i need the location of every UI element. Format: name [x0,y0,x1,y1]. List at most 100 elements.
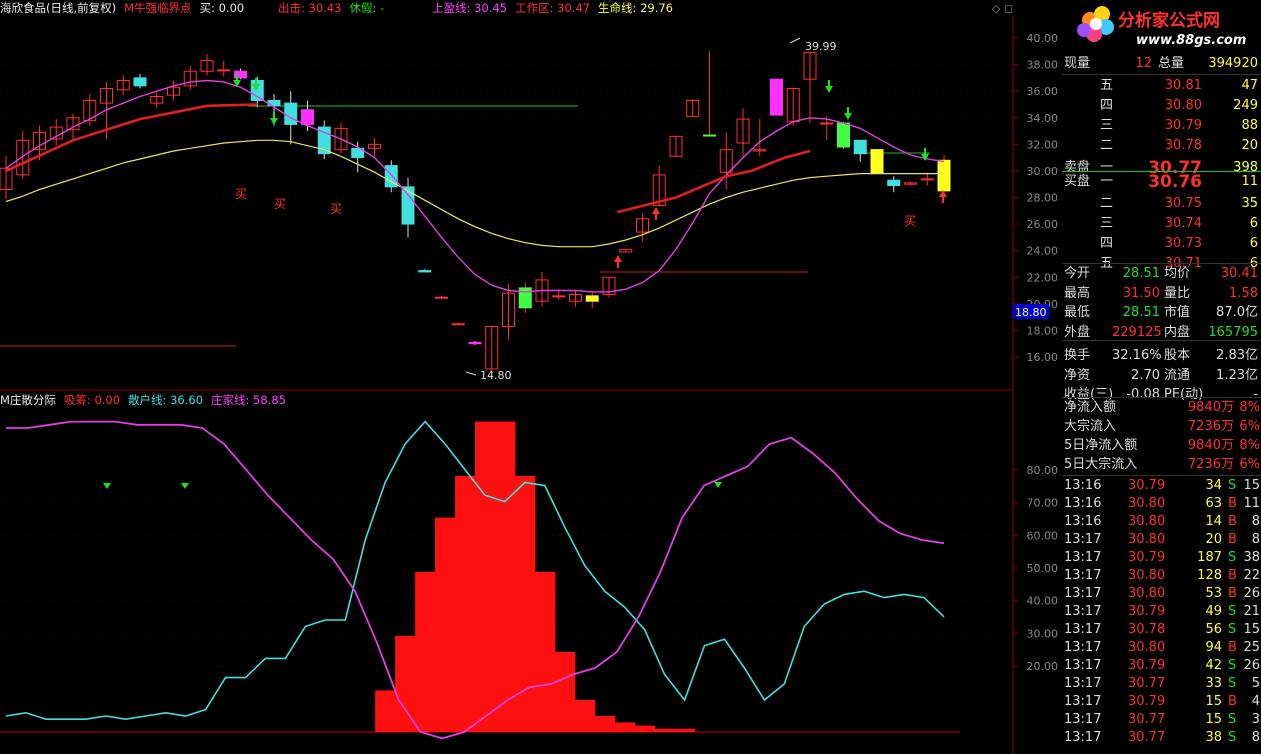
flow-row: 5日净流入额 9840万 8% [1062,437,1261,455]
quote-text: 3 [1251,712,1260,727]
quote-text: 8 [1251,532,1260,547]
quote-text: 128 [1197,568,1222,583]
quote-panel: 分析家公式网 www.88gs.com 现量 12 总量 394920 五 30.81 47 四 3… [1062,0,1261,754]
ma-yellow-line [5,139,944,248]
quote-text: 7236万 [1187,419,1234,434]
quote-text: 30.76 [1148,172,1202,192]
quote-text: 47 [1241,78,1258,93]
rest-value: 休假: - [349,1,385,15]
absorb-bar [475,421,496,732]
tick-row: 13:17 30.79 42 S 26 [1062,657,1261,675]
buy-signal-label: 买 [274,197,286,211]
quote-text: 15 [1205,694,1222,709]
flow-row: 大宗流入 7236万 6% [1062,418,1261,436]
candle-body [920,178,934,181]
quote-text: 30.80 [1128,586,1166,601]
quote-text: 最低 [1064,305,1091,320]
quote-text: 13:16 [1064,478,1102,493]
quote-text: 6% [1239,419,1260,434]
quote-text: S [1228,478,1237,493]
quote-text: 13:17 [1064,640,1102,655]
quote-text: 13:17 [1064,586,1102,601]
quote-text: 30.78 [1164,138,1202,153]
quote-text: 市值 [1164,305,1191,320]
candle-body [217,69,231,72]
quote-text: 二 [1100,138,1114,153]
quote-text: 30.74 [1164,216,1202,231]
quote-text: 94 [1205,640,1222,655]
quote-text: 28.51 [1122,266,1160,281]
candlestick-chart[interactable]: ◇ ◻ 40.00 38.00 36.00 34.00 32.00 30.00 28.00 26… [0,0,1062,754]
quote-text: 26 [1243,658,1260,673]
quote-text: 5日大宗流入 [1064,457,1138,472]
main-tick-label: 36.00 [1027,85,1059,98]
quote-text: B [1228,496,1237,511]
quote-text: 63 [1205,496,1222,511]
quote-text: 6% [1239,457,1260,472]
quote-text: 13:16 [1064,496,1102,511]
candle-body [435,296,448,299]
quote-text: 53 [1205,586,1222,601]
tick-row: 13:17 30.79 15 B 4 [1062,693,1261,711]
candle-body [301,109,314,125]
quote-text: 13:17 [1064,532,1102,547]
quote-text: 量比 [1164,285,1191,301]
candle-body [250,80,264,101]
quote-text: 换手 [1064,348,1091,363]
quote-text: 42 [1205,658,1222,673]
main-tick-label: 32.00 [1027,138,1059,151]
min-pointer [465,371,477,376]
quote-text: 20 [1241,138,1258,153]
quote-text: 21 [1243,604,1260,619]
quote-text: 30.80 [1128,496,1166,511]
corner-icons: ◇ ◻ [992,2,1013,15]
red-up-arrow-icon [614,255,622,262]
quote-text: 30.77 [1128,712,1166,727]
panel-separator [1062,340,1261,341]
dealer-value: 庄家线: 58.85 [211,393,286,407]
tick-row: 13:17 30.80 20 B 8 [1062,531,1261,549]
quote-text: 8% [1239,400,1260,415]
absorb-bar [554,652,576,732]
sub-tick-label: 50.00 [1027,562,1059,575]
quote-text: 49 [1205,604,1222,619]
sub-chart-header: M庄散分际 吸筹: 0.00 散户线: 36.60 庄家线: 58.85 [0,392,294,408]
main-tick-label: 30.00 [1027,165,1059,178]
tick-row: 13:17 30.80 94 B 25 [1062,639,1261,657]
buy-signal-label: 买 [904,214,916,228]
absorb-bar [674,728,696,732]
tick-row: 13:17 30.80 53 B 26 [1062,585,1261,603]
quote-text: B [1228,532,1237,547]
absorb-value: 吸筹: 0.00 [63,393,121,407]
quote-text: 229125 [1112,324,1162,340]
absorb-bar [455,476,476,732]
quote-text: 1.23亿 [1216,367,1258,383]
buy-level-row: 四 30.73 6 [1062,235,1261,253]
tick-row: 13:17 30.77 15 S 3 [1062,711,1261,729]
quote-text: 30.73 [1164,236,1202,251]
quote-text: 30.78 [1128,622,1166,637]
logo-title: 分析家公式网 [1118,11,1220,31]
quote-text: 32.16% [1112,348,1162,363]
quote-text: 流通 [1164,367,1191,383]
main-tick-label: 28.00 [1027,192,1059,205]
quote-text: 26 [1243,586,1260,601]
quote-text: 7236万 [1187,457,1234,472]
panel-separator [1062,263,1261,264]
quote-text: 30.77 [1128,730,1166,745]
quote-text: 30.79 [1128,658,1166,673]
quote-text: 5 [1251,676,1260,691]
sub-down-arrow-icon [181,483,189,489]
sub-down-arrow-icon [103,483,111,489]
stat-row: 外盘 229125 内盘 165795 [1062,324,1261,342]
main-tick-label: 26.00 [1027,218,1059,231]
min-price-label: 14.80 [480,369,512,382]
candle-body [451,323,465,326]
buy-level-row: 三 30.74 6 [1062,215,1261,233]
quote-text: 30.77 [1128,676,1166,691]
quote-text: S [1228,604,1237,619]
quote-text: 9840万 [1187,400,1234,415]
quote-text: 11 [1241,174,1258,189]
quote-text: 15 [1243,478,1260,493]
tick-row: 13:17 30.77 38 S 8 [1062,729,1261,747]
